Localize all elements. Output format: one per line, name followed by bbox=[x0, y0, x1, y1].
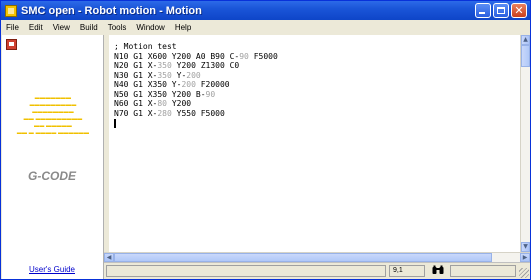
horizontal-scrollbar[interactable]: ◀ ▶ bbox=[104, 252, 530, 262]
users-guide-link[interactable]: User's Guide bbox=[2, 265, 102, 274]
scroll-down-arrow-icon[interactable]: ▼ bbox=[521, 242, 530, 252]
scroll-up-arrow-icon[interactable]: ▲ bbox=[521, 35, 530, 45]
logo-line: ▬▬▬▬▬▬▬▬▬ bbox=[29, 102, 77, 108]
app-window: SMC open - Robot motion - Motion ✕ File … bbox=[0, 0, 531, 280]
code-text: Y200 Z1300 C0 bbox=[171, 61, 240, 70]
maximize-button[interactable] bbox=[493, 3, 509, 18]
menu-edit[interactable]: Edit bbox=[24, 23, 48, 32]
code-line: ; Motion test bbox=[114, 42, 278, 52]
code-text: N40 G1 X350 Y- bbox=[114, 80, 182, 89]
code-line: N40 G1 X350 Y-200 F20000 bbox=[114, 80, 278, 90]
app-icon[interactable] bbox=[5, 4, 17, 17]
code-number: 90 bbox=[239, 51, 249, 61]
code-text: Y550 F5000 bbox=[171, 108, 225, 118]
menu-tools[interactable]: Tools bbox=[103, 23, 132, 32]
code-text: N50 G1 X350 Y200 B- bbox=[114, 89, 206, 99]
code-number: 200 bbox=[186, 70, 201, 80]
code-number: 280 bbox=[157, 108, 172, 118]
logo-line: ▬▬▬▬▬▬▬▬ bbox=[32, 109, 74, 115]
code-text: F20000 bbox=[195, 80, 230, 89]
window-title: SMC open - Robot motion - Motion bbox=[21, 4, 202, 17]
menu-file[interactable]: File bbox=[1, 23, 24, 32]
code-number: 90 bbox=[205, 89, 216, 99]
brand-logo: ▬▬▬▬▬▬▬ ▬▬▬▬▬▬▬▬▬ ▬▬▬▬▬▬▬▬ ▬▬ ▬▬▬▬▬▬▬▬▬ … bbox=[8, 95, 98, 161]
code-text: Y- bbox=[171, 70, 187, 80]
status-bar: 9,1 bbox=[104, 262, 530, 279]
logo-line: ▬▬ ▬ ▬▬▬▬ ▬▬▬▬▬▬ bbox=[16, 130, 90, 136]
code-line: N20 G1 X-350 Y200 Z1300 C0 bbox=[114, 61, 278, 71]
binoculars-icon[interactable] bbox=[431, 265, 445, 277]
code-number: 350 bbox=[157, 70, 172, 80]
logo-line: ▬▬▬▬▬▬▬ bbox=[34, 95, 72, 101]
document-icon[interactable] bbox=[6, 39, 17, 50]
code-line: N30 G1 X-350 Y-200 bbox=[114, 71, 278, 81]
code-text: N10 G1 X600 Y200 A0 B90 C- bbox=[114, 51, 240, 61]
code-text: N60 G1 X- bbox=[114, 99, 158, 108]
menu-build[interactable]: Build bbox=[75, 23, 103, 32]
code-editor[interactable]: ; Motion test N10 G1 X600 Y200 A0 B90 C-9… bbox=[109, 35, 520, 252]
window-controls: ✕ bbox=[475, 3, 527, 18]
code-line: N50 G1 X350 Y200 B-90 bbox=[114, 90, 278, 100]
code-text: ; Motion test bbox=[114, 42, 177, 51]
close-icon: ✕ bbox=[514, 4, 524, 17]
binoculars-glyph bbox=[432, 265, 444, 274]
vertical-scrollbar[interactable]: ▲ ▼ bbox=[520, 35, 530, 252]
text-caret bbox=[114, 119, 116, 128]
logo-line: ▬▬ ▬▬▬▬▬ bbox=[34, 123, 72, 129]
code-line: N60 G1 X-80 Y200 bbox=[114, 99, 278, 109]
close-button[interactable]: ✕ bbox=[511, 3, 527, 18]
scroll-left-arrow-icon[interactable]: ◀ bbox=[104, 253, 114, 262]
minimize-button[interactable] bbox=[475, 3, 491, 18]
code-number: 80 bbox=[157, 99, 167, 108]
product-label: G-CODE bbox=[28, 169, 76, 183]
menu-view[interactable]: View bbox=[48, 23, 75, 32]
code-number: 350 bbox=[157, 61, 172, 70]
status-message-panel bbox=[106, 265, 386, 277]
logo-line: ▬▬ ▬▬▬▬▬▬▬▬▬ bbox=[23, 116, 83, 122]
code-number: 200 bbox=[181, 80, 196, 89]
maximize-icon bbox=[497, 7, 505, 14]
sidebar-panel: ▬▬▬▬▬▬▬ ▬▬▬▬▬▬▬▬▬ ▬▬▬▬▬▬▬▬ ▬▬ ▬▬▬▬▬▬▬▬▬ … bbox=[2, 35, 104, 279]
code-text: N70 G1 X- bbox=[114, 108, 158, 118]
scroll-right-arrow-icon[interactable]: ▶ bbox=[520, 253, 530, 262]
code-text: N20 G1 X- bbox=[114, 61, 158, 70]
code-text: F5000 bbox=[248, 51, 278, 61]
menu-help[interactable]: Help bbox=[170, 23, 196, 32]
vertical-scroll-thumb[interactable] bbox=[521, 45, 530, 67]
title-bar[interactable]: SMC open - Robot motion - Motion ✕ bbox=[1, 1, 530, 20]
cursor-position: 9,1 bbox=[389, 265, 425, 277]
resize-grip-icon[interactable] bbox=[519, 268, 529, 278]
horizontal-scroll-thumb[interactable] bbox=[114, 253, 492, 262]
status-extra-panel bbox=[450, 265, 516, 277]
menu-bar: File Edit View Build Tools Window Help bbox=[1, 20, 530, 35]
code-line: N70 G1 X-280 Y550 F5000 bbox=[114, 109, 278, 119]
code-text: Y200 bbox=[167, 99, 192, 108]
code-lines: ; Motion test N10 G1 X600 Y200 A0 B90 C-9… bbox=[109, 42, 278, 128]
code-line: N10 G1 X600 Y200 A0 B90 C-90 F5000 bbox=[114, 52, 278, 62]
minimize-icon bbox=[479, 12, 485, 14]
menu-window[interactable]: Window bbox=[131, 23, 169, 32]
code-text: N30 G1 X- bbox=[114, 70, 158, 80]
